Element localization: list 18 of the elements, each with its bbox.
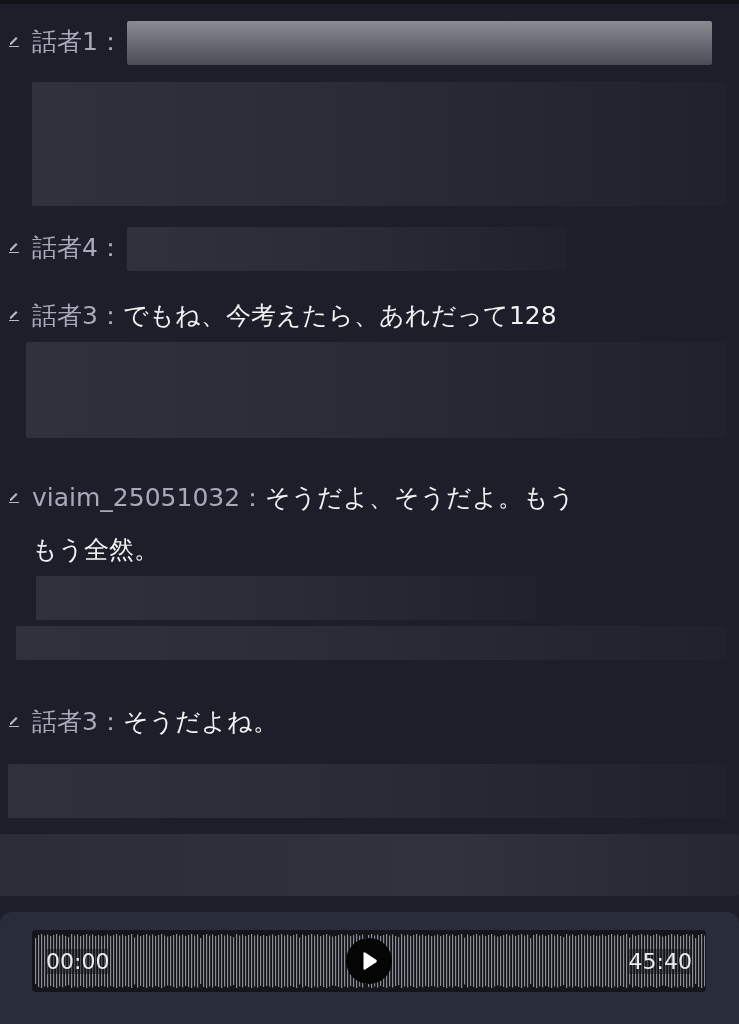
pencil-icon[interactable] [8,491,20,503]
utterance-text: そうだよ、そうだよ。もう [265,483,576,512]
pencil-icon[interactable] [8,35,20,47]
utterance-text: でもね、今考えたら、あれだって128 [122,301,557,330]
speaker-name[interactable]: 話者4： [32,233,123,262]
utterance-text: もう全然。 [32,534,159,566]
pencil-icon[interactable] [8,309,20,321]
play-button[interactable] [346,938,392,984]
total-time: 45:40 [628,948,692,974]
speaker-name[interactable]: 話者1： [32,27,123,56]
pencil-icon[interactable] [8,715,20,727]
current-time: 00:00 [46,948,110,974]
speaker-name[interactable]: viaim_25051032： [32,483,266,512]
utterance-text: そうだよね。 [122,707,278,736]
speaker-name[interactable]: 話者3： [32,301,123,330]
speaker-name[interactable]: 話者3： [32,707,123,736]
audio-waveform[interactable]: 00:00 45:40 [32,930,706,992]
pencil-icon[interactable] [8,241,20,253]
